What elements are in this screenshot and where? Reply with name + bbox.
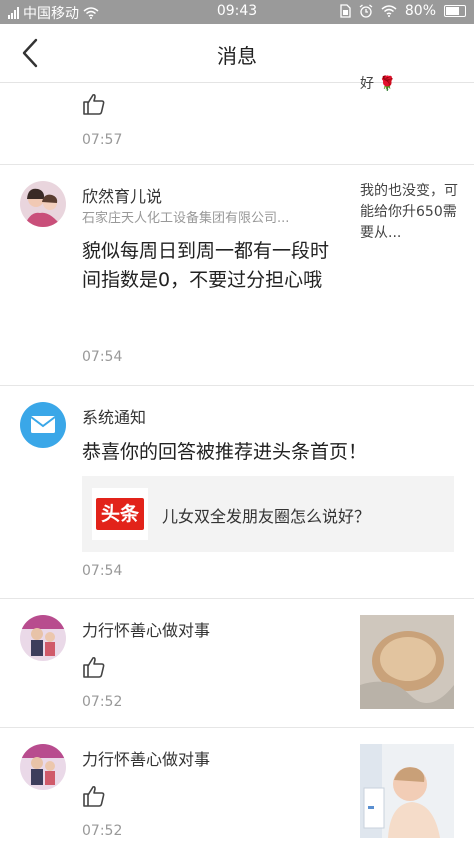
sender-name: 欣然育儿说: [82, 187, 163, 206]
sim-icon: [340, 4, 351, 18]
like-icon: [83, 93, 105, 115]
message-item[interactable]: 力行怀善心做对事 07:52: [0, 599, 474, 727]
message-time: 07:54: [82, 349, 123, 365]
status-right: 80%: [339, 3, 466, 19]
sender-subtitle: 石家庄天人化工设备集团有限公司...: [82, 211, 290, 226]
post-thumbnail[interactable]: [360, 744, 454, 838]
status-bar: 中国移动 09:43 80%: [0, 0, 474, 24]
sender-name: 力行怀善心做对事: [82, 750, 211, 769]
battery-icon: [444, 5, 466, 17]
avatar[interactable]: [20, 615, 66, 661]
page-title: 消息: [217, 44, 257, 68]
message-item[interactable]: 系统通知 恭喜你的回答被推荐进头条首页！ 头条 儿女双全发朋友圈怎么说好？ 07…: [0, 386, 474, 598]
post-thumbnail[interactable]: [360, 615, 454, 709]
wifi-status-icon: [381, 5, 397, 17]
avatar[interactable]: [20, 181, 66, 227]
like-icon: [83, 785, 105, 807]
sender-name: 系统通知: [82, 408, 147, 427]
message-content: 貌似每周日到周一都有一段时间指数是0，不要过分担心哦: [82, 240, 330, 291]
reply-preview: 我的也没变，可能给你升650需要从...: [360, 183, 458, 241]
alarm-icon: [359, 4, 373, 18]
toutiao-logo: 头条: [92, 488, 148, 540]
reply-preview: 好 🌹: [360, 76, 396, 92]
battery-percent: 80%: [404, 3, 436, 19]
mail-icon: [30, 416, 56, 433]
system-avatar[interactable]: [20, 402, 66, 448]
message-item[interactable]: 力行怀善心做对事 07:52: [0, 728, 474, 842]
message-time: 07:52: [82, 823, 123, 839]
message-time: 07:54: [82, 563, 123, 579]
message-item[interactable]: 07:57 好 🌹: [0, 76, 474, 164]
card-title: 儿女双全发朋友圈怎么说好？: [162, 507, 371, 526]
message-item[interactable]: 欣然育儿说 石家庄天人化工设备集团有限公司... 貌似每周日到周一都有一段时间指…: [0, 165, 474, 385]
sender-name: 力行怀善心做对事: [82, 621, 211, 640]
message-time: 07:57: [82, 132, 123, 148]
like-icon: [83, 656, 105, 678]
message-time: 07:52: [82, 694, 123, 710]
linked-article-card[interactable]: 头条 儿女双全发朋友圈怎么说好？: [82, 476, 454, 552]
message-content: 恭喜你的回答被推荐进头条首页！: [82, 441, 368, 463]
avatar[interactable]: [20, 744, 66, 790]
